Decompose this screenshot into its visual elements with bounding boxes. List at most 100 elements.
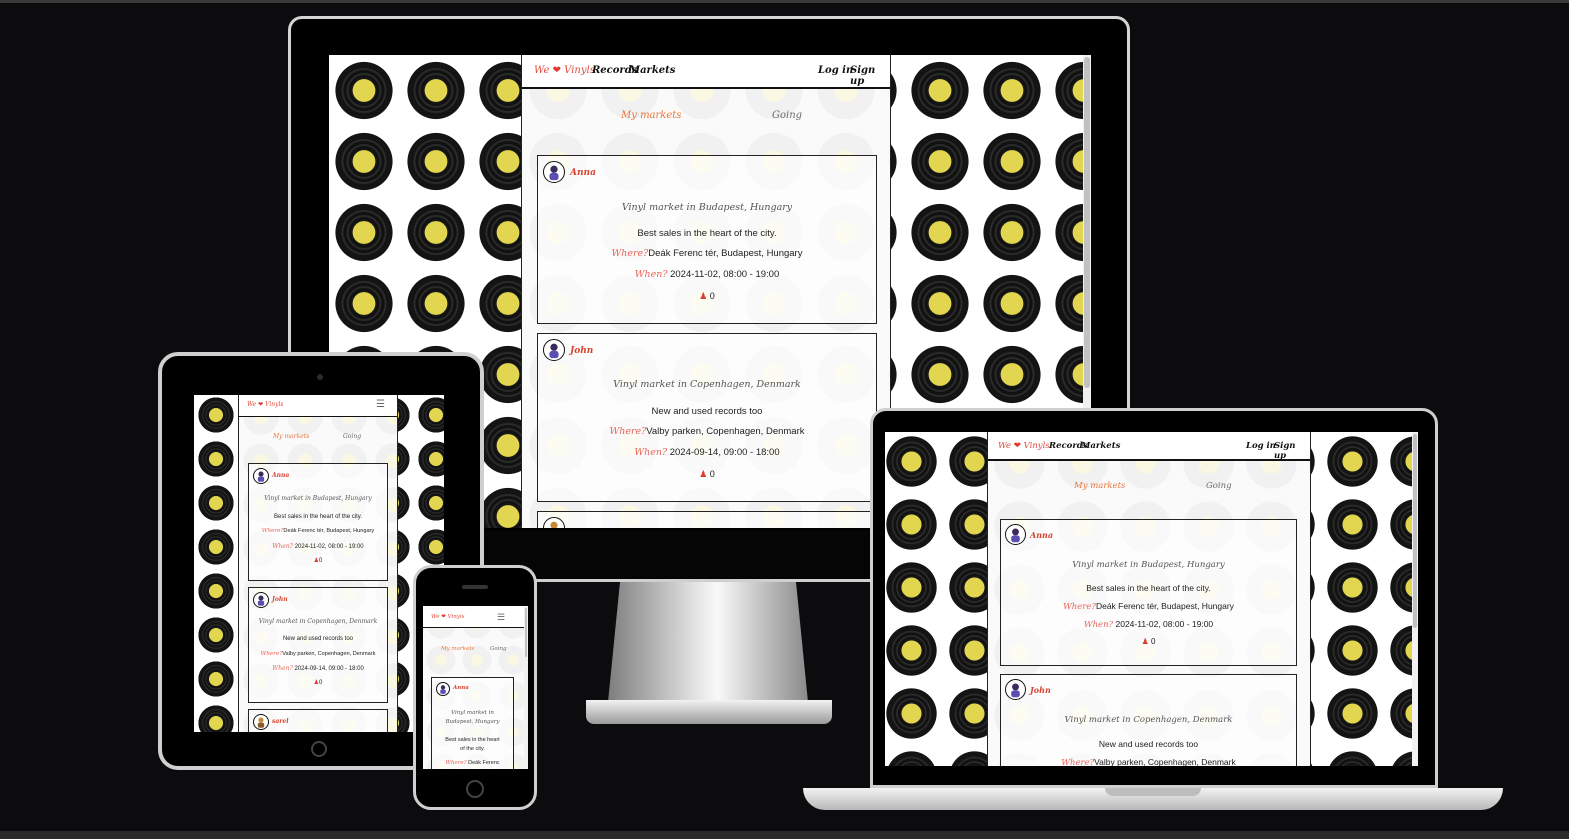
when-label: When? — [634, 269, 668, 280]
where-value: Deák Ferenc tér, Budapest, Hungary — [283, 528, 375, 534]
where-label: Where? — [1061, 758, 1095, 766]
top-edge — [0, 0, 1569, 3]
market-when: When? 2024-11-02, 08:00 - 19:00 — [1001, 619, 1296, 630]
market-title: Vinyl market in Copenhagen, Denmark — [258, 618, 378, 625]
hamburger-icon[interactable]: ☰ — [497, 612, 505, 623]
market-card: sarel — [248, 709, 388, 732]
market-owner[interactable]: John — [570, 346, 593, 356]
market-description: New and used records too — [282, 636, 354, 642]
person-icon: ♟ — [699, 469, 708, 479]
market-card: Anna Vinyl market in Budapest, Hungary B… — [1000, 519, 1297, 666]
nav-markets-link[interactable]: Markets — [1081, 441, 1120, 451]
laptop-scrollbar[interactable] — [1412, 432, 1418, 766]
tab-my-markets[interactable]: My markets — [441, 646, 474, 652]
market-when: When? 2024-11-02, 08:00 - 19:00 — [538, 269, 876, 280]
where-value: Deák Ferenc tér, Budapest, Hungary — [648, 248, 803, 259]
brand-logo[interactable]: We ❤ Vinyls — [534, 65, 595, 76]
phone-screen: We ❤ Vinyls ☰ My markets Going Anna Viny… — [423, 606, 528, 769]
tab-going[interactable]: Going — [343, 433, 361, 440]
tab-going[interactable]: Going — [1206, 481, 1232, 491]
avatar — [543, 161, 565, 183]
attend-button[interactable]: ♟ 0 — [538, 291, 876, 302]
brand-logo[interactable]: We ❤ Vinyls — [247, 401, 284, 408]
market-description: Best sales in the heart of the city. — [274, 514, 362, 520]
scrollbar-thumb[interactable] — [525, 608, 527, 657]
tab-my-markets[interactable]: My markets — [273, 433, 309, 440]
market-owner[interactable]: John — [1030, 685, 1051, 695]
attend-button[interactable]: ♟ 0 — [538, 469, 876, 480]
heart-icon: ❤ — [258, 401, 264, 408]
attendee-count: 0 — [1150, 637, 1156, 646]
bottom-edge — [0, 831, 1569, 839]
market-card: John Vinyl market in Copenhagen, Denmark… — [1000, 674, 1297, 766]
attendee-count: 0 — [709, 469, 715, 479]
market-description: Best sales in the heart of the city. — [637, 228, 777, 239]
market-owner[interactable]: Anna — [272, 472, 289, 479]
attend-button[interactable]: ♟0 — [249, 557, 387, 564]
avatar — [1005, 524, 1026, 545]
market-where: Where?Valby parken, Copenhagen, Denmark — [249, 651, 387, 657]
attend-button[interactable]: ♟ 0 — [1001, 637, 1296, 646]
brand-we: We — [534, 65, 550, 76]
tablet-screen: We ❤ Vinyls ☰ My markets Going Anna Viny… — [194, 395, 444, 732]
when-value: 2024-11-02, 08:00 - 19:00 — [670, 269, 780, 280]
nav-markets-link[interactable]: Markets — [629, 65, 675, 76]
attendee-count: 0 — [319, 680, 323, 686]
when-value: 2024-09-14, 09:00 - 18:00 — [294, 666, 364, 672]
market-owner[interactable]: Anna — [1030, 530, 1053, 540]
tab-my-markets[interactable]: My markets — [621, 110, 681, 121]
tab-my-markets[interactable]: My markets — [1074, 481, 1125, 491]
brand-logo[interactable]: We ❤ Vinyls — [998, 441, 1050, 451]
phone-scrollbar[interactable] — [524, 606, 528, 769]
desktop-monitor-stand — [608, 582, 808, 702]
brand-logo[interactable]: We ❤ Vinyls — [431, 614, 464, 620]
nav-signup-link[interactable]: Sign up — [850, 65, 890, 87]
nav-signup-link[interactable]: Sign up — [1274, 441, 1310, 461]
when-value: 2024-11-02, 08:00 - 19:00 — [1115, 619, 1214, 629]
market-card: Anna Vinyl market in Budapest, Hungary B… — [537, 155, 877, 324]
tablet-home-button — [311, 741, 327, 757]
market-title: Vinyl market in Budapest, Hungary — [621, 202, 793, 213]
market-title: Vinyl market in Copenhagen, Denmark — [1064, 715, 1233, 725]
market-owner[interactable]: John — [272, 596, 288, 603]
market-title-line1: Vinyl market in — [451, 710, 494, 716]
market-owner[interactable]: Anna — [570, 168, 596, 178]
scrollbar-thumb[interactable] — [1084, 57, 1090, 389]
avatar — [253, 714, 269, 730]
person-icon: ♟ — [1141, 637, 1149, 646]
market-owner[interactable]: sarel — [272, 718, 289, 725]
market-description-line1: Best sales in the heart — [445, 737, 500, 743]
when-value: 2024-09-14, 09:00 - 18:00 — [669, 447, 780, 458]
phone-speaker — [462, 585, 488, 589]
tab-going[interactable]: Going — [490, 646, 507, 652]
brand-we: We — [998, 441, 1012, 451]
heart-icon: ❤ — [1013, 441, 1021, 451]
market-where: Where? Deák Ferenc — [432, 760, 513, 766]
market-owner[interactable]: Anna — [453, 685, 469, 691]
attend-button[interactable]: ♟0 — [249, 679, 387, 686]
laptop-notch — [1105, 788, 1201, 796]
brand-vinyls: Vinyls — [265, 401, 284, 408]
brand-we: We — [431, 614, 440, 620]
brand-vinyls: Vinyls — [1023, 441, 1050, 451]
tab-going[interactable]: Going — [772, 110, 802, 121]
market-where: Where?Deák Ferenc tér, Budapest, Hungary — [249, 528, 387, 534]
market-card: John Vinyl market in Copenhagen, Denmark… — [537, 333, 877, 502]
market-when: When? 2024-09-14, 09:00 - 18:00 — [249, 665, 387, 672]
where-label: Where? — [609, 426, 647, 437]
avatar — [436, 682, 450, 696]
tablet-navbar: We ❤ Vinyls ☰ — [239, 395, 397, 417]
attendee-count: 0 — [709, 291, 715, 301]
brand-vinyls: Vinyls — [447, 614, 465, 620]
nav-login-link[interactable]: Log in — [818, 65, 853, 76]
nav-login-link[interactable]: Log in — [1246, 441, 1276, 451]
phone-navbar: We ❤ Vinyls ☰ — [423, 606, 528, 628]
where-value: Valby parken, Copenhagen, Denmark — [282, 651, 376, 657]
hamburger-icon[interactable]: ☰ — [376, 399, 385, 410]
scrollbar-thumb[interactable] — [1413, 434, 1417, 628]
phone-home-button — [466, 780, 484, 798]
where-value: Valby parken, Copenhagen, Denmark — [646, 426, 805, 437]
market-description: New and used records too — [1098, 739, 1199, 749]
market-where: Where?Valby parken, Copenhagen, Denmark — [1001, 757, 1296, 766]
where-label: Where? — [445, 760, 467, 766]
